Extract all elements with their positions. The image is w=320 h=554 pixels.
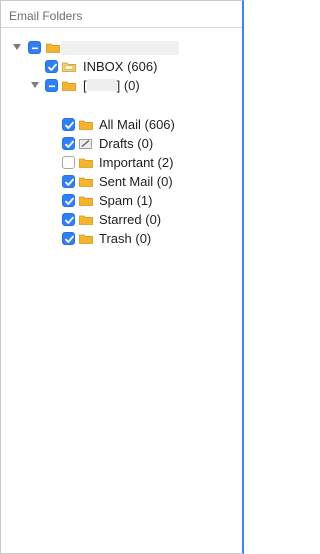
tree-row-account[interactable] bbox=[1, 38, 242, 57]
gmail-label-suffix: ] (0) bbox=[116, 78, 140, 93]
tree-row-starred[interactable]: Starred (0) bbox=[1, 210, 242, 229]
tree-row-gmail[interactable]: [] (0) bbox=[1, 76, 242, 95]
checkmark-icon bbox=[65, 121, 74, 129]
pane-header: Email Folders bbox=[1, 1, 242, 28]
sent-mail-checkbox[interactable] bbox=[62, 175, 75, 188]
inbox-label: INBOX (606) bbox=[83, 59, 158, 74]
inbox-icon bbox=[62, 62, 76, 72]
checkmark-icon bbox=[48, 63, 57, 71]
checkmark-icon bbox=[65, 216, 74, 224]
starred-label: Starred (0) bbox=[99, 212, 162, 227]
account-name bbox=[61, 41, 179, 55]
drafts-checkbox[interactable] bbox=[62, 137, 75, 150]
folder-icon bbox=[79, 158, 93, 168]
checkmark-icon bbox=[65, 178, 74, 186]
folder-icon bbox=[46, 43, 60, 53]
starred-checkbox[interactable] bbox=[62, 213, 75, 226]
important-checkbox[interactable] bbox=[62, 156, 75, 169]
checkmark-icon bbox=[65, 235, 74, 243]
email-folders-pane: Email Folders INBOX (606) [] (0) All Ma… bbox=[0, 0, 244, 554]
tree-row-trash[interactable]: Trash (0) bbox=[1, 229, 242, 248]
trash-checkbox[interactable] bbox=[62, 232, 75, 245]
tree-row-inbox[interactable]: INBOX (606) bbox=[1, 57, 242, 76]
important-label: Important (2) bbox=[99, 155, 174, 170]
gmail-checkbox[interactable] bbox=[45, 79, 58, 92]
disclosure-triangle-icon[interactable] bbox=[13, 44, 21, 50]
gmail-label: [] (0) bbox=[83, 78, 140, 93]
tree-row-spam[interactable]: Spam (1) bbox=[1, 191, 242, 210]
folder-icon bbox=[79, 234, 93, 244]
sent-mail-label: Sent Mail (0) bbox=[99, 174, 173, 189]
folder-icon bbox=[62, 81, 76, 91]
inbox-checkbox[interactable] bbox=[45, 60, 58, 73]
mixed-mark-icon bbox=[32, 47, 38, 50]
folder-icon bbox=[79, 196, 93, 206]
mixed-mark-icon bbox=[49, 85, 55, 88]
checkmark-icon bbox=[65, 140, 74, 148]
tree-row-important[interactable]: Important (2) bbox=[1, 153, 242, 172]
checkmark-icon bbox=[65, 197, 74, 205]
trash-label: Trash (0) bbox=[99, 231, 152, 246]
folder-icon bbox=[79, 215, 93, 225]
tree-row-all-mail[interactable]: All Mail (606) bbox=[1, 115, 242, 134]
tree-row-drafts[interactable]: Drafts (0) bbox=[1, 134, 242, 153]
all-mail-checkbox[interactable] bbox=[62, 118, 75, 131]
all-mail-label: All Mail (606) bbox=[99, 117, 175, 132]
tree-row-sent-mail[interactable]: Sent Mail (0) bbox=[1, 172, 242, 191]
disclosure-triangle-icon[interactable] bbox=[31, 82, 39, 88]
account-checkbox[interactable] bbox=[28, 41, 41, 54]
drafts-icon bbox=[79, 139, 92, 149]
spam-checkbox[interactable] bbox=[62, 194, 75, 207]
spam-label: Spam (1) bbox=[99, 193, 153, 208]
folder-icon bbox=[79, 177, 93, 187]
folder-icon bbox=[79, 120, 93, 130]
redacted-account-name bbox=[86, 79, 117, 91]
drafts-label: Drafts (0) bbox=[99, 136, 154, 151]
